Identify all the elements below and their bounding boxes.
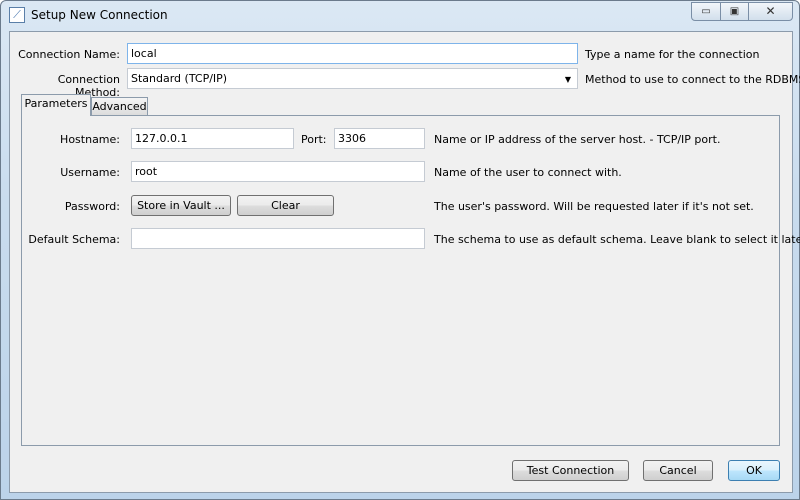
default-schema-input[interactable] xyxy=(131,228,425,249)
hostname-hint: Name or IP address of the server host. -… xyxy=(434,133,721,146)
connection-name-label: Connection Name: xyxy=(18,48,120,61)
chevron-down-icon: ▼ xyxy=(564,75,571,84)
default-schema-hint: The schema to use as default schema. Lea… xyxy=(434,233,800,246)
dialog-body: Connection Name: local Type a name for t… xyxy=(9,31,800,493)
connection-method-select[interactable]: Standard (TCP/IP) ▼ xyxy=(127,68,578,89)
minimize-icon[interactable]: ▭ xyxy=(691,2,721,21)
maximize-icon[interactable]: ▣ xyxy=(720,2,749,21)
app-icon: ⟋ xyxy=(9,7,25,23)
cancel-button[interactable]: Cancel xyxy=(643,460,713,481)
username-hint: Name of the user to connect with. xyxy=(434,166,622,179)
close-icon[interactable]: ✕ xyxy=(748,2,793,21)
port-input[interactable]: 3306 xyxy=(334,128,425,149)
hostname-label: Hostname: xyxy=(60,133,120,146)
connection-method-value: Standard (TCP/IP) xyxy=(131,72,228,85)
ok-button[interactable]: OK xyxy=(728,460,780,481)
tab-parameters[interactable]: Parameters xyxy=(21,94,91,116)
dialog-window: ⟋ Setup New Connection ▭ ▣ ✕ Connection … xyxy=(0,0,800,500)
window-title: Setup New Connection xyxy=(31,8,168,22)
connection-name-input[interactable]: local xyxy=(127,43,578,64)
password-hint: The user's password. Will be requested l… xyxy=(434,200,754,213)
port-label: Port: xyxy=(301,133,327,146)
clear-password-button[interactable]: Clear xyxy=(237,195,334,216)
default-schema-label: Default Schema: xyxy=(28,233,120,246)
password-label: Password: xyxy=(64,200,120,213)
connection-name-hint: Type a name for the connection xyxy=(585,48,760,61)
hostname-input[interactable]: 127.0.0.1 xyxy=(131,128,294,149)
username-input[interactable]: root xyxy=(131,161,425,182)
tab-advanced[interactable]: Advanced xyxy=(91,97,148,115)
store-in-vault-button[interactable]: Store in Vault ... xyxy=(131,195,231,216)
connection-method-hint: Method to use to connect to the RDBMS xyxy=(585,73,800,86)
username-label: Username: xyxy=(60,166,120,179)
test-connection-button[interactable]: Test Connection xyxy=(512,460,629,481)
